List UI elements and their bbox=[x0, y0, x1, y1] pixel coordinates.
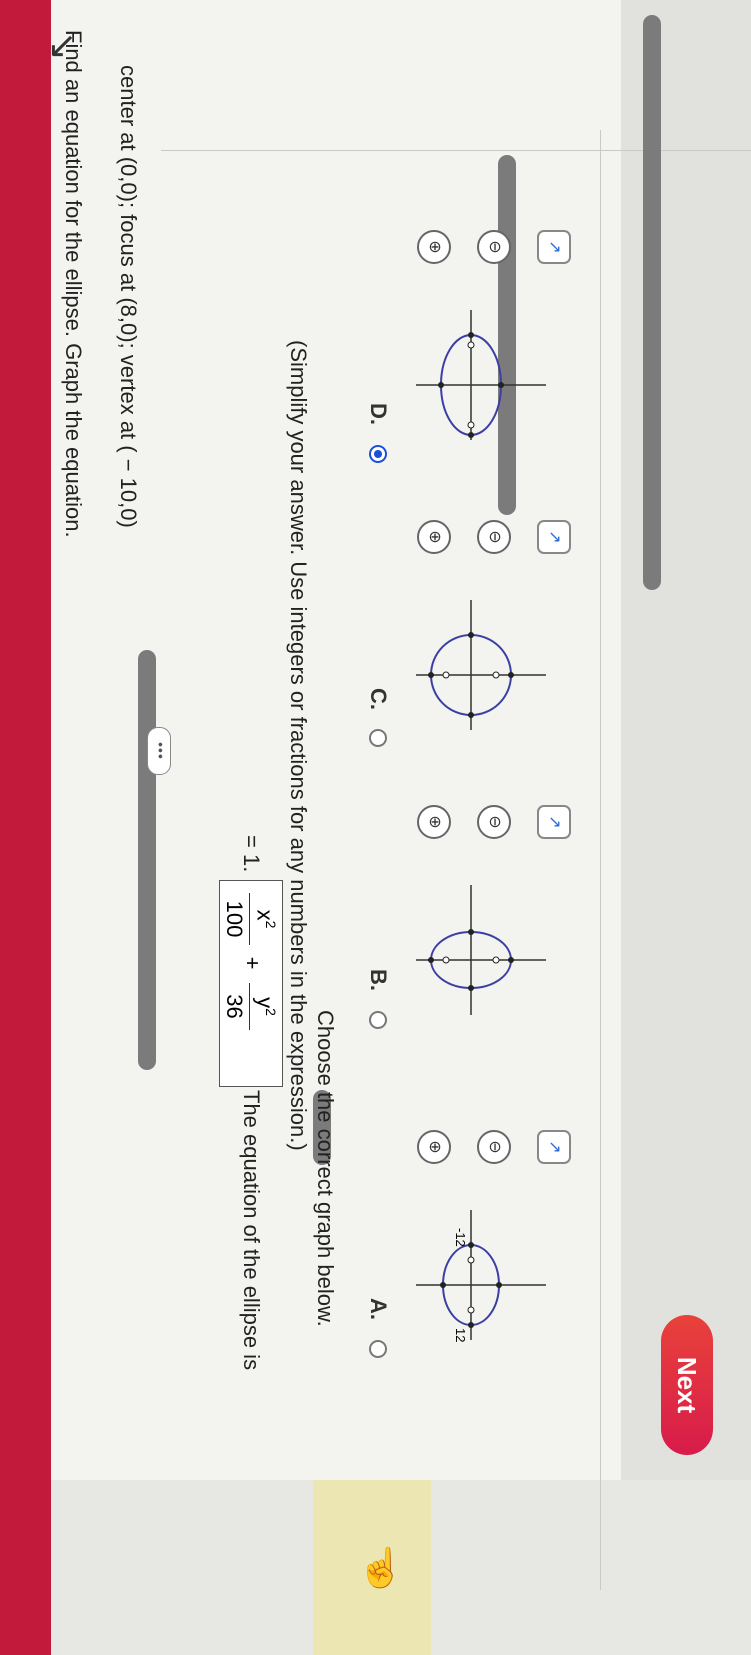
answer-lead: The equation of the ellipse is bbox=[239, 1090, 264, 1371]
option-b-label: B. bbox=[366, 969, 391, 991]
option-d-label: D. bbox=[366, 403, 391, 425]
graph-a: 12 -12 bbox=[416, 1210, 546, 1342]
term2-den: 36 bbox=[221, 994, 247, 1019]
zoom-out-icon[interactable]: ⊖ bbox=[477, 805, 511, 839]
more-button[interactable]: ••• bbox=[147, 727, 171, 775]
option-c-radio[interactable] bbox=[369, 729, 387, 747]
next-button[interactable]: Next bbox=[661, 1315, 713, 1455]
zoom-out-icon[interactable]: ⊖ bbox=[477, 1130, 511, 1164]
divider-2 bbox=[161, 150, 751, 151]
zoom-in-icon[interactable]: ⊕ bbox=[417, 520, 451, 554]
term2-exp: 2 bbox=[263, 1008, 279, 1016]
scrollbar-left[interactable] bbox=[138, 650, 156, 1070]
option-b-radio[interactable] bbox=[369, 1011, 387, 1029]
divider bbox=[600, 130, 601, 1590]
scrollbar-top[interactable] bbox=[643, 15, 661, 590]
header-bar bbox=[0, 0, 51, 1655]
zoom-in-icon[interactable]: ⊕ bbox=[417, 1130, 451, 1164]
option-a-radio[interactable] bbox=[369, 1340, 387, 1358]
zoom-in-icon[interactable]: ⊕ bbox=[417, 805, 451, 839]
term1-den: 100 bbox=[221, 900, 247, 938]
option-d-radio[interactable] bbox=[369, 445, 387, 463]
graph-b bbox=[416, 885, 546, 1015]
term1-exp: 2 bbox=[263, 920, 279, 929]
instruction-line1: (Simplify your answer. Use integers or f… bbox=[286, 340, 311, 1151]
question-prompt: Find an equation for the ellipse. Graph … bbox=[61, 30, 86, 538]
question-given: center at (0,0); focus at (8,0); vertex … bbox=[116, 65, 141, 528]
equation-box[interactable]: x2 100 + y2 36 bbox=[219, 880, 283, 1087]
zoom-out-icon[interactable]: ⊖ bbox=[477, 230, 511, 264]
expand-icon[interactable]: ↗ bbox=[537, 520, 571, 554]
graph-c bbox=[416, 600, 546, 730]
option-a-label: A. bbox=[366, 1298, 391, 1320]
instruction-line2: Choose the correct graph below. bbox=[313, 1010, 338, 1327]
term2-num: y bbox=[252, 997, 278, 1009]
equation-rhs: = 1. bbox=[239, 835, 264, 873]
graph-d bbox=[416, 310, 546, 440]
zoom-in-icon[interactable]: ⊕ bbox=[417, 230, 451, 264]
expand-icon[interactable]: ↗ bbox=[537, 230, 571, 264]
hand-pointer-icon[interactable]: ☝ bbox=[357, 1547, 404, 1591]
expand-icon[interactable]: ↗ bbox=[537, 805, 571, 839]
graph-a-pos-label: 12 bbox=[453, 1328, 468, 1342]
expand-icon[interactable]: ↗ bbox=[537, 1130, 571, 1164]
plus-sign: + bbox=[240, 956, 265, 970]
term1-num: x bbox=[252, 909, 278, 921]
zoom-out-icon[interactable]: ⊖ bbox=[477, 520, 511, 554]
graph-a-neg-label: -12 bbox=[453, 1228, 468, 1247]
option-c-label: C. bbox=[366, 688, 391, 710]
